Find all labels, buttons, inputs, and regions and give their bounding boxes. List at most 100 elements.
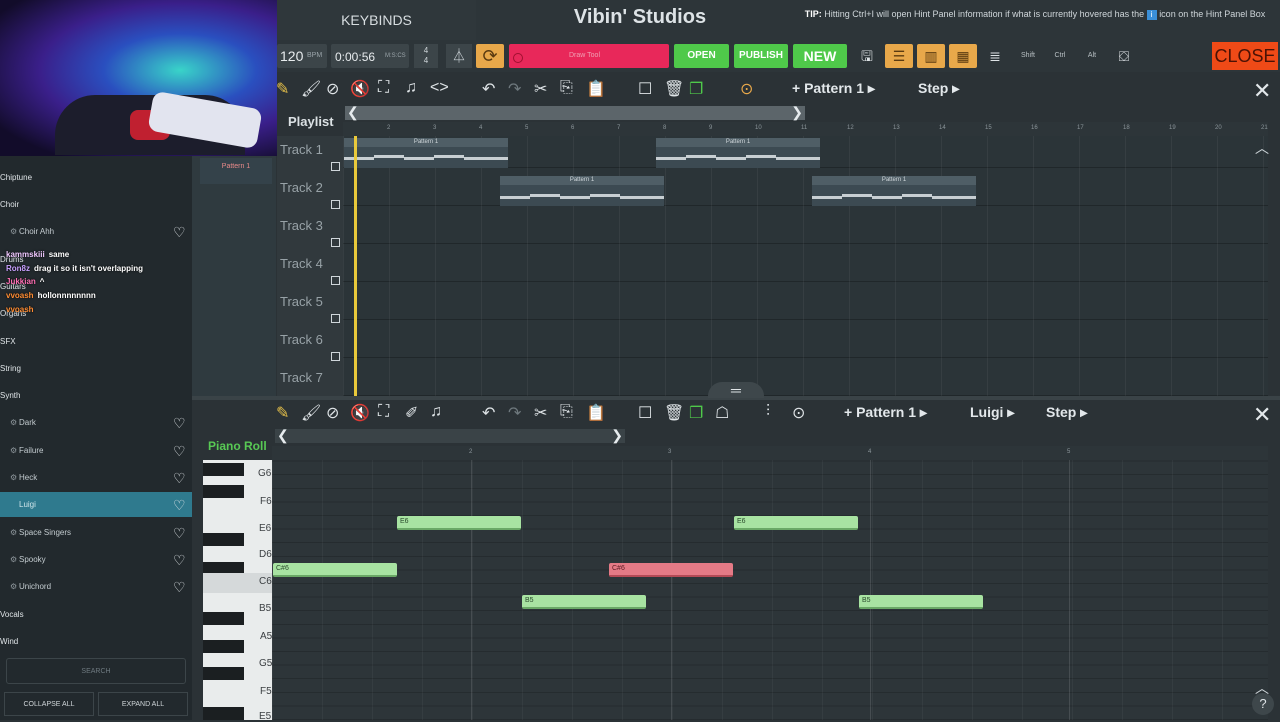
record-button[interactable]: Draw Tool xyxy=(509,44,669,68)
instrument-choir-ahh[interactable]: ⚙ Choir Ahh ♡ xyxy=(10,224,192,241)
category-sfx[interactable]: SFX xyxy=(0,337,16,346)
play-icon[interactable]: ⊙ xyxy=(740,79,753,99)
favorite-heart-icon[interactable]: ♡ xyxy=(173,497,186,514)
black-key[interactable] xyxy=(203,533,244,546)
brush-icon[interactable]: 🖌 xyxy=(301,403,321,423)
copy-icon[interactable]: ⎘ xyxy=(560,403,573,421)
eyedropper-icon[interactable]: ✐ xyxy=(405,403,418,423)
search-input[interactable]: SEARCH xyxy=(6,658,186,684)
redo-icon[interactable]: ↷ xyxy=(508,79,521,99)
mixer-icon[interactable]: ≣ xyxy=(981,44,1009,68)
paint-bucket-icon[interactable]: ⛋ xyxy=(1110,44,1138,68)
alt-key[interactable]: Alt xyxy=(1078,44,1106,68)
instrument-spooky[interactable]: ⚙ Spooky ♡ xyxy=(10,552,192,569)
loop-icon[interactable]: ⟳ xyxy=(476,44,504,68)
instrument-heck[interactable]: ⚙ Heck ♡ xyxy=(10,470,192,487)
step-view-icon[interactable]: ▦ xyxy=(949,44,977,68)
ghost-notes-icon[interactable]: ☖ xyxy=(715,403,729,423)
paste-icon[interactable]: 📋 xyxy=(586,403,606,423)
piano-roll-pattern-selector[interactable]: + Pattern 1 ▸ xyxy=(844,404,927,421)
playlist-close-icon[interactable]: ✕ xyxy=(1253,78,1271,104)
publish-button[interactable]: PUBLISH xyxy=(734,44,788,68)
trash-icon[interactable]: 🗑 xyxy=(664,403,684,423)
track-checkbox[interactable] xyxy=(331,162,340,171)
open-button[interactable]: OPEN xyxy=(674,44,729,68)
expand-all-button[interactable]: EXPAND ALL xyxy=(98,692,188,716)
favorite-heart-icon[interactable]: ♡ xyxy=(173,525,186,542)
save-icon[interactable]: 🖫 xyxy=(853,44,881,68)
note-b5[interactable]: B5 xyxy=(522,595,646,609)
track-header[interactable]: Track 5 xyxy=(277,288,343,326)
redo-icon[interactable]: ↷ xyxy=(508,403,521,423)
black-key[interactable] xyxy=(203,463,244,476)
pattern-clip[interactable]: Pattern 1 xyxy=(812,176,976,206)
favorite-heart-icon[interactable]: ♡ xyxy=(173,470,186,487)
note-csharp6-selected[interactable]: C#6 xyxy=(609,563,733,577)
scroll-right-icon[interactable]: ❯ xyxy=(611,427,623,444)
note-icon[interactable]: ♫ xyxy=(430,403,442,421)
scroll-up-icon[interactable]: ︿ xyxy=(1255,138,1269,158)
mute-tool-icon[interactable]: 🔇 xyxy=(350,79,370,99)
note-b5[interactable]: B5 xyxy=(859,595,983,609)
favorite-heart-icon[interactable]: ♡ xyxy=(173,443,186,460)
track-checkbox[interactable] xyxy=(331,314,340,323)
black-key[interactable] xyxy=(203,485,244,498)
copy-icon[interactable]: ⎘ xyxy=(560,79,573,97)
time-signature[interactable]: 4 4 xyxy=(414,44,438,68)
playlist-pattern-selector[interactable]: + Pattern 1 ▸ xyxy=(792,80,875,97)
pattern-clip[interactable]: Pattern 1 xyxy=(656,138,820,168)
instrument-unichord[interactable]: ⚙ Unichord ♡ xyxy=(10,579,192,596)
category-choir[interactable]: Choir xyxy=(0,200,19,209)
slice-icon[interactable]: <> xyxy=(430,79,449,97)
favorite-heart-icon[interactable]: ♡ xyxy=(173,415,186,432)
black-key[interactable] xyxy=(203,667,244,680)
shift-key[interactable]: Shift xyxy=(1014,44,1042,68)
scroll-left-icon[interactable]: ❮ xyxy=(347,104,359,121)
pattern-clip[interactable]: Pattern 1 xyxy=(344,138,508,168)
instrument-failure[interactable]: ⚙ Failure ♡ xyxy=(10,443,192,460)
track-checkbox[interactable] xyxy=(331,200,340,209)
select-tool-icon[interactable]: ⛶ xyxy=(378,79,389,97)
scroll-right-icon[interactable]: ❯ xyxy=(791,104,803,121)
bpm-display[interactable]: 120 BPM xyxy=(277,44,327,68)
trash-icon[interactable]: 🗑 xyxy=(664,79,684,99)
paste-icon[interactable]: 📋 xyxy=(586,79,606,99)
collapse-all-button[interactable]: COLLAPSE ALL xyxy=(4,692,94,716)
category-synth[interactable]: Synth xyxy=(0,391,20,400)
undo-icon[interactable]: ↶ xyxy=(482,403,495,423)
black-key[interactable] xyxy=(203,707,244,720)
playlist-step-selector[interactable]: Step ▸ xyxy=(918,80,959,97)
piano-roll-close-icon[interactable]: ✕ xyxy=(1253,402,1271,428)
new-button[interactable]: NEW xyxy=(793,44,847,68)
delete-tool-icon[interactable]: ⊘ xyxy=(326,403,339,423)
category-chiptune[interactable]: Chiptune xyxy=(0,173,32,182)
black-key[interactable] xyxy=(203,612,244,625)
track-header[interactable]: Track 2 xyxy=(277,174,343,212)
track-checkbox[interactable] xyxy=(331,352,340,361)
pattern-clip[interactable]: Pattern 1 xyxy=(500,176,664,206)
playlist-scrollbar[interactable]: ❮ ❯ xyxy=(345,104,805,121)
duplicate-icon[interactable]: ❐ xyxy=(689,79,703,99)
note-icon[interactable]: ♫ xyxy=(405,79,417,97)
delete-tool-icon[interactable]: ⊘ xyxy=(326,79,339,99)
black-key[interactable] xyxy=(203,640,244,653)
mute-tool-icon[interactable]: 🔇 xyxy=(350,403,370,423)
playhead[interactable] xyxy=(354,136,357,396)
instrument-selector[interactable]: Luigi ▸ xyxy=(970,404,1014,421)
track-checkbox[interactable] xyxy=(331,238,340,247)
category-string[interactable]: String xyxy=(0,364,21,373)
metronome-icon[interactable]: ⏃ xyxy=(446,44,472,68)
piano-view-icon[interactable]: ▥ xyxy=(917,44,945,68)
ctrl-key[interactable]: Ctrl xyxy=(1046,44,1074,68)
note-csharp6[interactable]: C#6 xyxy=(273,563,397,577)
time-display[interactable]: 0:00:56 M:S:CS xyxy=(331,44,409,68)
select-all-icon[interactable]: ☐ xyxy=(638,403,652,423)
track-header[interactable]: Track 4 xyxy=(277,250,343,288)
instrument-luigi[interactable]: Luigi ♡ xyxy=(0,492,192,517)
track-header[interactable]: Track 7 xyxy=(277,364,343,396)
favorite-heart-icon[interactable]: ♡ xyxy=(173,579,186,596)
play-icon[interactable]: ⊙ xyxy=(792,403,805,423)
track-header[interactable]: Track 6 xyxy=(277,326,343,364)
pencil-icon[interactable]: ✎ xyxy=(276,79,289,99)
scroll-left-icon[interactable]: ❮ xyxy=(277,427,289,444)
